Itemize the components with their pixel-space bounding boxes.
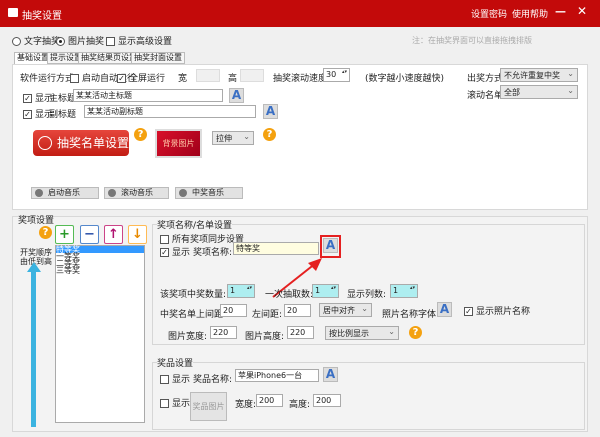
win-count-label: 该奖项中奖数量: xyxy=(160,290,227,300)
img-height-input[interactable]: 220 xyxy=(287,326,314,339)
stretch-select[interactable]: 拉伸 xyxy=(212,131,254,145)
height-input[interactable] xyxy=(240,69,264,82)
label: 图片抽奖 xyxy=(68,37,105,47)
show-goods-image-checkbox[interactable]: 显示 xyxy=(160,396,190,409)
per-draw-label: 一次抽取数: xyxy=(265,290,314,300)
goods-height-input[interactable]: 200 xyxy=(313,394,341,407)
main-title-input[interactable]: 某某活动主标题 xyxy=(73,89,223,102)
photo-font-label: 照片名称字体 xyxy=(382,310,437,320)
drag-note: 注：在抽奖界面可以直接拖拽排版 xyxy=(412,36,532,45)
move-down-button[interactable]: ↓ xyxy=(128,225,147,244)
fullscreen-checkbox[interactable]: ✓ 全屏运行 xyxy=(117,71,165,84)
help-link[interactable]: 使用帮助 xyxy=(512,7,548,20)
app-icon xyxy=(8,8,18,17)
list-item[interactable]: 三等奖 xyxy=(56,267,144,275)
img-width-input[interactable]: 220 xyxy=(210,326,237,339)
main-title-font-icon[interactable]: A xyxy=(229,88,244,103)
img-width-label: 图片宽度: xyxy=(168,332,208,342)
speed-spinner[interactable]: 30 xyxy=(323,68,350,82)
label: 显示照片名称 xyxy=(476,307,531,317)
label: 显示 xyxy=(172,399,191,409)
title-bar: 抽奖设置 设置密码 使用帮助 — ✕ xyxy=(0,0,600,27)
top-margin-label: 中奖名单上间距: xyxy=(160,310,227,320)
help-icon[interactable]: ? xyxy=(39,226,52,239)
arrow-up-icon xyxy=(31,270,36,427)
label: 显示 xyxy=(172,375,191,385)
help-icon[interactable]: ? xyxy=(263,128,276,141)
list-settings-button[interactable]: 抽奖名单设置 xyxy=(33,130,129,156)
set-password-link[interactable]: 设置密码 xyxy=(471,7,507,20)
show-advanced-checkbox[interactable]: 显示高级设置 xyxy=(106,34,172,47)
sync-all-checkbox[interactable]: 所有奖项同步设置 xyxy=(160,232,244,245)
scroll-music-button[interactable]: 滚动音乐 xyxy=(104,187,169,199)
goods-image-button[interactable]: 奖品图片 xyxy=(190,392,227,421)
group-label: 奖品设置 xyxy=(157,356,194,369)
width-label: 宽 xyxy=(178,74,188,84)
label: 文字抽奖 xyxy=(24,37,61,47)
goods-font-icon[interactable]: A xyxy=(323,367,338,382)
photo-font-icon[interactable]: A xyxy=(437,302,452,317)
draw-mode-select[interactable]: 不允许重复中奖 xyxy=(500,68,578,82)
window-title: 抽奖设置 xyxy=(22,11,62,22)
scroll-list-select[interactable]: 全部 xyxy=(500,85,578,99)
show-goods-name-checkbox[interactable]: 显示 xyxy=(160,372,190,385)
columns-label: 显示列数: xyxy=(347,290,387,300)
goods-name-input[interactable]: 苹果iPhone6一台 xyxy=(235,369,319,382)
label: 显示 xyxy=(172,248,191,258)
run-mode-label: 软件运行方式 xyxy=(20,74,75,84)
sub-title-font-icon[interactable]: A xyxy=(263,104,278,119)
sub-title-input[interactable]: 某某活动副标题 xyxy=(84,105,256,118)
label: 显示高级设置 xyxy=(118,37,173,47)
background-image-button[interactable]: 背景图片 xyxy=(155,129,202,158)
top-margin-input[interactable]: 20 xyxy=(220,304,247,317)
close-button[interactable]: ✕ xyxy=(577,4,587,18)
scale-select[interactable]: 按比例显示 xyxy=(325,326,399,340)
settings-icon xyxy=(38,136,52,150)
win-count-spinner[interactable]: 1 xyxy=(227,284,255,298)
remove-prize-button[interactable]: − xyxy=(80,225,99,244)
goods-name-label: 奖品名称: xyxy=(193,375,233,385)
add-prize-button[interactable]: + xyxy=(55,225,74,244)
speed-label: 抽奖滚动速度 xyxy=(273,74,328,84)
label: 全屏运行 xyxy=(129,74,166,84)
prize-list[interactable]: 特等奖 一等奖 二等奖 三等奖 xyxy=(55,245,145,423)
prize-name-font-icon[interactable]: A xyxy=(323,238,338,253)
img-height-label: 图片高度: xyxy=(245,332,285,342)
prize-name-label: 奖项名称: xyxy=(193,248,233,258)
goods-width-label: 宽度: xyxy=(235,400,257,410)
win-music-button[interactable]: 中奖音乐 xyxy=(175,187,243,199)
goods-height-label: 高度: xyxy=(289,400,311,410)
left-margin-input[interactable]: 20 xyxy=(284,304,311,317)
show-prize-name-checkbox[interactable]: ✓ 显示 xyxy=(160,245,190,258)
columns-spinner[interactable]: 1 xyxy=(390,284,418,298)
show-photo-name-checkbox[interactable]: ✓ 显示照片名称 xyxy=(464,304,530,317)
speed-hint: (数字越小速度越快) xyxy=(365,74,445,84)
main-title-label: 主标题 xyxy=(49,94,77,104)
sub-title-label: 副标题 xyxy=(49,110,77,120)
height-label: 高 xyxy=(228,74,238,84)
left-margin-label: 左间距: xyxy=(252,310,283,320)
prize-section-label: 奖项设置 xyxy=(18,216,55,226)
draw-mode-label: 出奖方式 xyxy=(467,74,504,84)
radio-text-lottery[interactable]: 文字抽奖 xyxy=(12,34,60,47)
prize-name-input[interactable]: 特等奖 xyxy=(233,242,319,255)
move-up-button[interactable]: ↑ xyxy=(104,225,123,244)
help-icon[interactable]: ? xyxy=(134,128,147,141)
arrow-up-head xyxy=(27,262,41,272)
tab-cover[interactable]: 抽奖封面设置 xyxy=(131,52,185,64)
start-music-button[interactable]: 启动音乐 xyxy=(31,187,99,199)
label: 抽奖名单设置 xyxy=(57,136,130,150)
scroll-list-label: 滚动名单 xyxy=(467,91,504,101)
minimize-button[interactable]: — xyxy=(555,5,566,18)
width-input[interactable] xyxy=(196,69,220,82)
help-icon[interactable]: ? xyxy=(409,326,422,339)
goods-width-input[interactable]: 200 xyxy=(256,394,283,407)
per-draw-spinner[interactable]: 1 xyxy=(312,284,339,298)
group-label: 奖项名称/名单设置 xyxy=(157,218,233,231)
radio-image-lottery[interactable]: 图片抽奖 xyxy=(56,34,104,47)
align-select[interactable]: 居中对齐 xyxy=(319,303,372,317)
